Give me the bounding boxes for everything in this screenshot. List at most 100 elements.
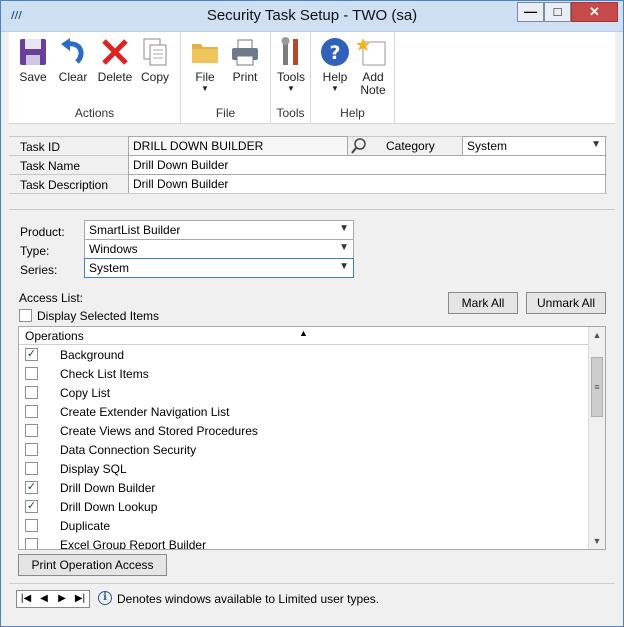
help-icon: ? <box>319 36 351 68</box>
file-menu-button[interactable]: File ▼ <box>185 36 225 94</box>
operation-checkbox[interactable] <box>25 538 38 549</box>
scroll-up-icon[interactable]: ▲ <box>589 327 605 343</box>
type-value: Windows <box>89 242 138 256</box>
add-note-button[interactable]: Add Note <box>353 36 393 97</box>
series-value: System <box>89 261 130 275</box>
operation-row[interactable]: Check List Items <box>19 365 588 384</box>
task-name-field[interactable]: Drill Down Builder <box>128 155 606 175</box>
svg-text:?: ? <box>329 42 340 64</box>
chevron-down-icon: ▼ <box>331 84 339 93</box>
copy-icon <box>139 36 171 68</box>
type-label: Type: <box>20 244 50 258</box>
chevron-down-icon: ▼ <box>201 84 209 93</box>
series-select[interactable]: System ▼ <box>84 258 354 278</box>
help-group-label: Help <box>340 106 365 120</box>
operation-row[interactable]: Data Connection Security <box>19 441 588 460</box>
operation-checkbox[interactable] <box>25 443 38 456</box>
clear-button[interactable]: Clear <box>53 36 93 84</box>
file-group-label: File <box>215 106 236 120</box>
scroll-thumb[interactable]: ≡ <box>591 357 603 417</box>
print-label: Print <box>232 70 258 84</box>
operations-header-label: Operations <box>25 329 84 343</box>
operation-row[interactable]: Duplicate <box>19 517 588 536</box>
vertical-scrollbar[interactable]: ▲ ≡ ▼ <box>588 327 605 549</box>
print-button[interactable]: Print <box>225 36 265 84</box>
title-bar: /// Security Task Setup - TWO (sa) — □ ✕ <box>1 1 623 32</box>
operation-label: Create Extender Navigation List <box>60 405 230 419</box>
operation-label: Data Connection Security <box>60 443 197 457</box>
operation-label: Drill Down Lookup <box>60 500 158 514</box>
task-id-label: Task ID <box>20 140 61 154</box>
save-button[interactable]: Save <box>13 36 53 84</box>
delete-icon <box>99 36 131 68</box>
operation-checkbox[interactable] <box>25 367 38 380</box>
security-task-setup-window: /// Security Task Setup - TWO (sa) — □ ✕… <box>0 0 624 627</box>
help-menu-button[interactable]: ? Help ▼ <box>315 36 355 94</box>
operation-checkbox[interactable]: ✓ <box>25 500 38 513</box>
operation-checkbox[interactable] <box>25 405 38 418</box>
status-text: Denotes windows available to Limited use… <box>117 592 380 606</box>
last-record-icon[interactable]: ▶| <box>72 592 88 606</box>
operation-label: Excel Group Report Builder <box>60 538 207 550</box>
clear-label: Clear <box>58 70 88 84</box>
task-description-label: Task Description <box>20 178 109 192</box>
copy-button[interactable]: Copy <box>135 36 175 84</box>
task-description-field[interactable]: Drill Down Builder <box>128 174 606 194</box>
operation-label: Check List Items <box>60 367 149 381</box>
operation-row[interactable]: ✓ Background <box>19 346 588 365</box>
scroll-down-icon[interactable]: ▼ <box>589 533 605 549</box>
task-name-label: Task Name <box>20 159 81 173</box>
close-button[interactable]: ✕ <box>571 2 618 22</box>
chevron-down-icon: ▼ <box>591 139 601 150</box>
previous-record-icon[interactable]: ◀ <box>36 592 52 606</box>
file-label: File <box>195 70 215 84</box>
record-navigation: |◀ ◀ ▶ ▶| <box>16 590 90 608</box>
delete-button[interactable]: Delete <box>95 36 135 84</box>
operation-row[interactable]: Create Views and Stored Procedures <box>19 422 588 441</box>
operation-row[interactable]: ✓ Drill Down Lookup <box>19 498 588 517</box>
display-selected-checkbox[interactable] <box>19 309 32 322</box>
operation-checkbox[interactable] <box>25 424 38 437</box>
category-label: Category <box>386 139 435 153</box>
operation-checkbox[interactable]: ✓ <box>25 348 38 361</box>
print-operation-access-button[interactable]: Print Operation Access <box>18 554 167 576</box>
save-label: Save <box>19 70 47 84</box>
operation-row[interactable]: Copy List <box>19 384 588 403</box>
operation-row[interactable]: Excel Group Report Builder <box>19 536 588 550</box>
category-select[interactable]: System ▼ <box>462 136 606 156</box>
tools-menu-button[interactable]: Tools ▼ <box>271 36 311 94</box>
task-id-field[interactable]: DRILL DOWN BUILDER <box>128 136 348 156</box>
note-icon <box>356 36 389 68</box>
next-record-icon[interactable]: ▶ <box>54 592 70 606</box>
mark-all-button[interactable]: Mark All <box>448 292 518 314</box>
type-select[interactable]: Windows ▼ <box>84 239 354 259</box>
operations-list: Operations ▲ ✓ Background Check List Items… <box>18 326 606 550</box>
product-label: Product: <box>20 225 65 239</box>
operation-row[interactable]: Create Extender Navigation List <box>19 403 588 422</box>
operation-row[interactable]: Display SQL <box>19 460 588 479</box>
operation-checkbox[interactable]: ✓ <box>25 481 38 494</box>
product-select[interactable]: SmartList Builder ▼ <box>84 220 354 240</box>
minimize-button[interactable]: — <box>517 2 544 22</box>
display-selected-label: Display Selected Items <box>37 309 160 323</box>
maximize-button[interactable]: □ <box>544 2 571 22</box>
operation-checkbox[interactable] <box>25 462 38 475</box>
operation-checkbox[interactable] <box>25 386 38 399</box>
chevron-down-icon: ▼ <box>339 223 349 234</box>
operation-row[interactable]: ✓ Drill Down Builder <box>19 479 588 498</box>
access-list-label: Access List: <box>19 291 84 305</box>
operation-checkbox[interactable] <box>25 519 38 532</box>
tools-group-label: Tools <box>276 106 305 120</box>
operations-column-header[interactable]: Operations ▲ <box>19 327 588 345</box>
info-icon: i <box>98 591 112 605</box>
first-record-icon[interactable]: |◀ <box>18 592 34 606</box>
ribbon-group-help: ? Help ▼ Add Note Help <box>311 32 395 124</box>
operation-label: Background <box>60 348 125 362</box>
chevron-down-icon: ▼ <box>287 84 295 93</box>
status-bar: |◀ ◀ ▶ ▶| i Denotes windows available to… <box>9 583 615 611</box>
unmark-all-button[interactable]: Unmark All <box>526 292 606 314</box>
ribbon-group-actions: Save Clear Delete Copy Actions <box>9 32 181 124</box>
lookup-icon[interactable] <box>350 136 368 156</box>
operation-label: Duplicate <box>60 519 111 533</box>
folder-icon <box>189 36 221 68</box>
